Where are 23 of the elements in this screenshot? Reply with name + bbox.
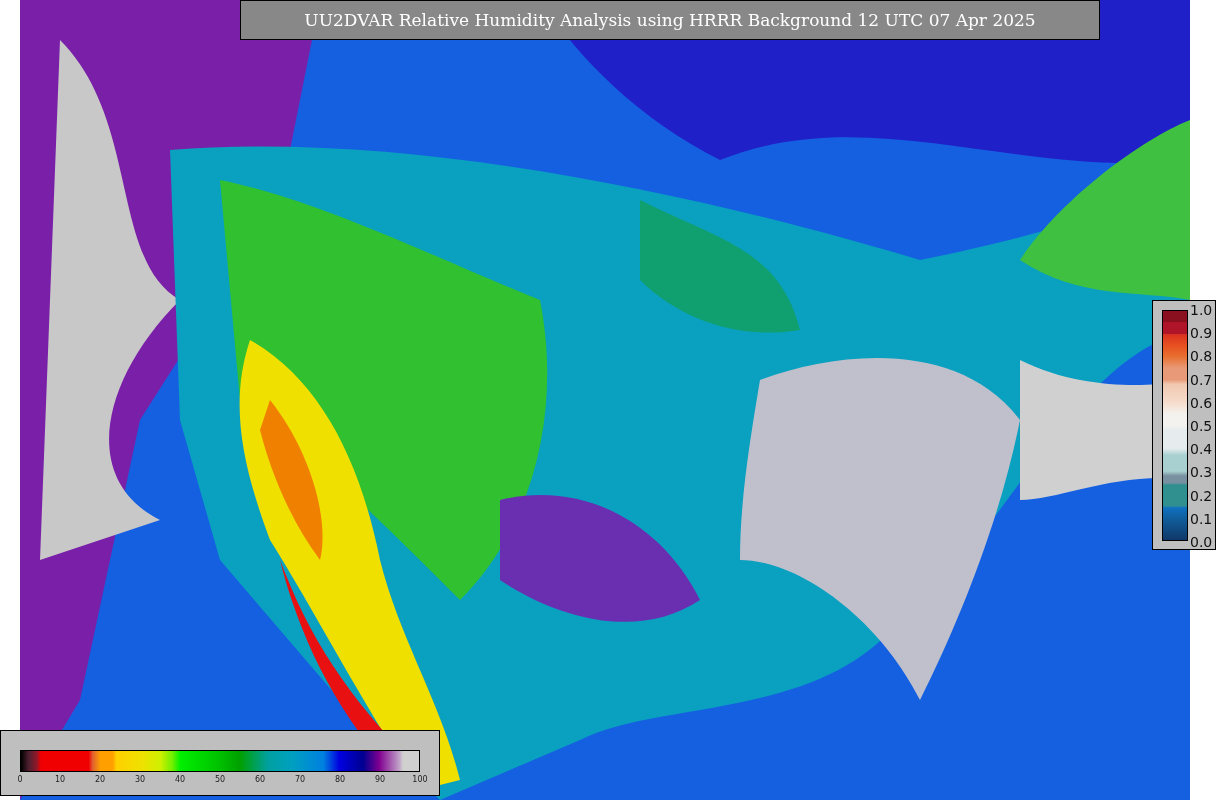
tick-label: 0.5 [1190, 417, 1213, 434]
tick-label: 1.0 [1190, 302, 1213, 318]
tick-label: 50 [213, 775, 227, 784]
tick-label: 0.0 [1190, 533, 1213, 550]
tick-label: 0.3 [1190, 464, 1213, 481]
tick-label: 10 [53, 775, 67, 784]
map-title: UU2DVAR Relative Humidity Analysis using HRRR Background 12 UTC 07 Apr 2025 [240, 0, 1100, 40]
tick-label: 0.2 [1190, 487, 1213, 504]
tick-label: 80 [333, 775, 347, 784]
tick-label: 0.8 [1190, 348, 1213, 365]
tick-label: 90 [373, 775, 387, 784]
tick-label: 0.7 [1190, 371, 1213, 388]
tick-label: 0 [16, 775, 24, 784]
tick-label: 0.1 [1190, 510, 1213, 527]
tick-label: 70 [293, 775, 307, 784]
tick-label: 0.6 [1190, 394, 1213, 411]
tick-label: 40 [173, 775, 187, 784]
tick-label: 60 [253, 775, 267, 784]
tick-label: 20 [93, 775, 107, 784]
tick-label: 30 [133, 775, 147, 784]
tick-label: 0.4 [1190, 441, 1213, 458]
tick-label: 0.9 [1190, 325, 1213, 342]
tick-label: 100 [411, 775, 429, 784]
